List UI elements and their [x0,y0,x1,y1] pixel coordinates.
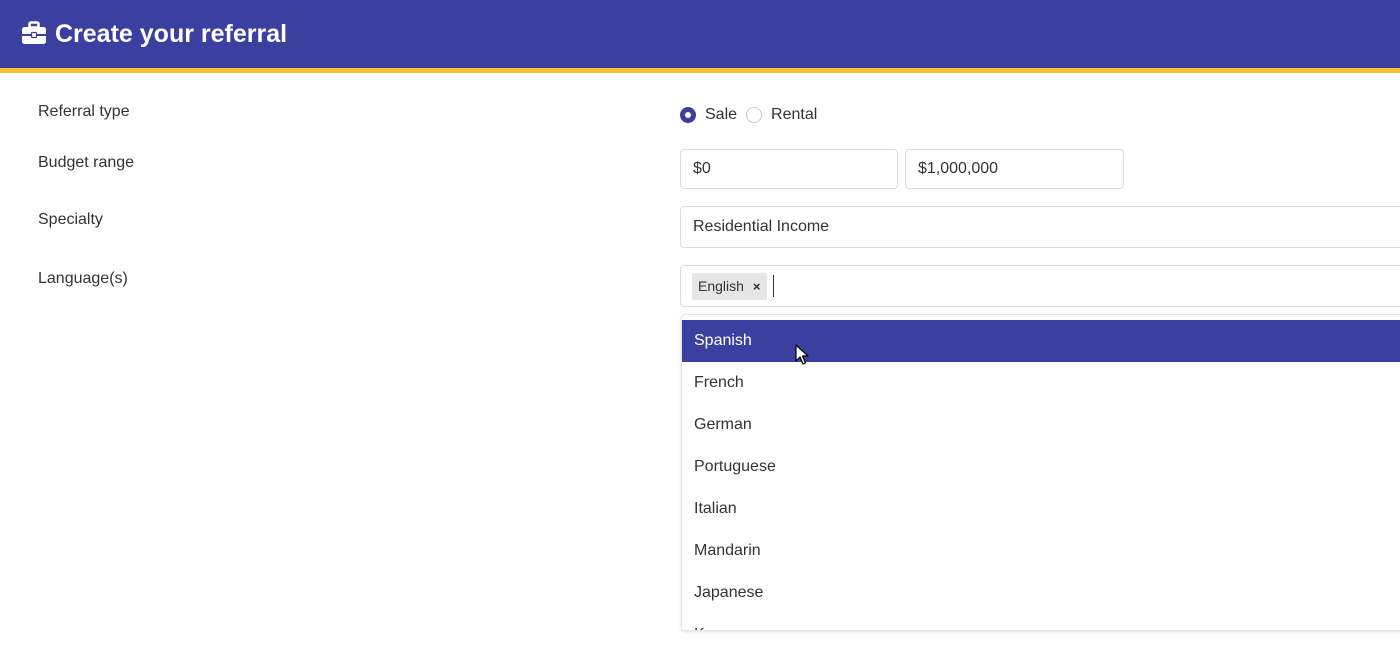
referral-type-radio-group: Sale Rental [680,104,826,126]
language-option-german[interactable]: German [682,404,1400,446]
specialty-label: Specialty [38,211,103,228]
sale-radio[interactable] [680,107,696,123]
language-option-french[interactable]: French [682,362,1400,404]
language-option-japanese[interactable]: Japanese [682,572,1400,614]
language-option-partial[interactable]: K [682,614,1400,630]
language-option-spanish[interactable]: Spanish [682,320,1400,362]
rental-radio-label[interactable]: Rental [771,106,817,124]
language-option-portuguese[interactable]: Portuguese [682,446,1400,488]
remove-chip-icon[interactable]: × [753,279,761,294]
language-option-italian[interactable]: Italian [682,488,1400,530]
language-chip-english: English × [692,272,767,300]
specialty-value: Residential Income [693,218,830,235]
budget-max-input[interactable]: $1,000,000 [905,149,1124,189]
page-header: Create your referral [0,0,1400,73]
languages-dropdown-menu: Spanish French German Portuguese Italian… [681,314,1400,631]
budget-range-label: Budget range [38,154,135,171]
budget-max-value: $1,000,000 [918,160,999,177]
page-title: Create your referral [55,20,288,48]
referral-type-label: Referral type [38,103,130,120]
briefcase-icon [22,21,46,44]
rental-radio[interactable] [746,107,763,123]
specialty-select[interactable]: Residential Income [680,206,1400,248]
budget-min-input[interactable]: $0 [680,149,898,189]
language-chip-label: English [698,278,744,294]
budget-min-value: $0 [693,160,711,177]
mouse-pointer-icon [795,344,809,365]
language-option-mandarin[interactable]: Mandarin [682,530,1400,572]
text-caret [772,275,774,297]
languages-multiselect[interactable]: English × [680,265,1400,307]
languages-label: Language(s) [38,270,128,287]
sale-radio-label[interactable]: Sale [705,106,737,124]
